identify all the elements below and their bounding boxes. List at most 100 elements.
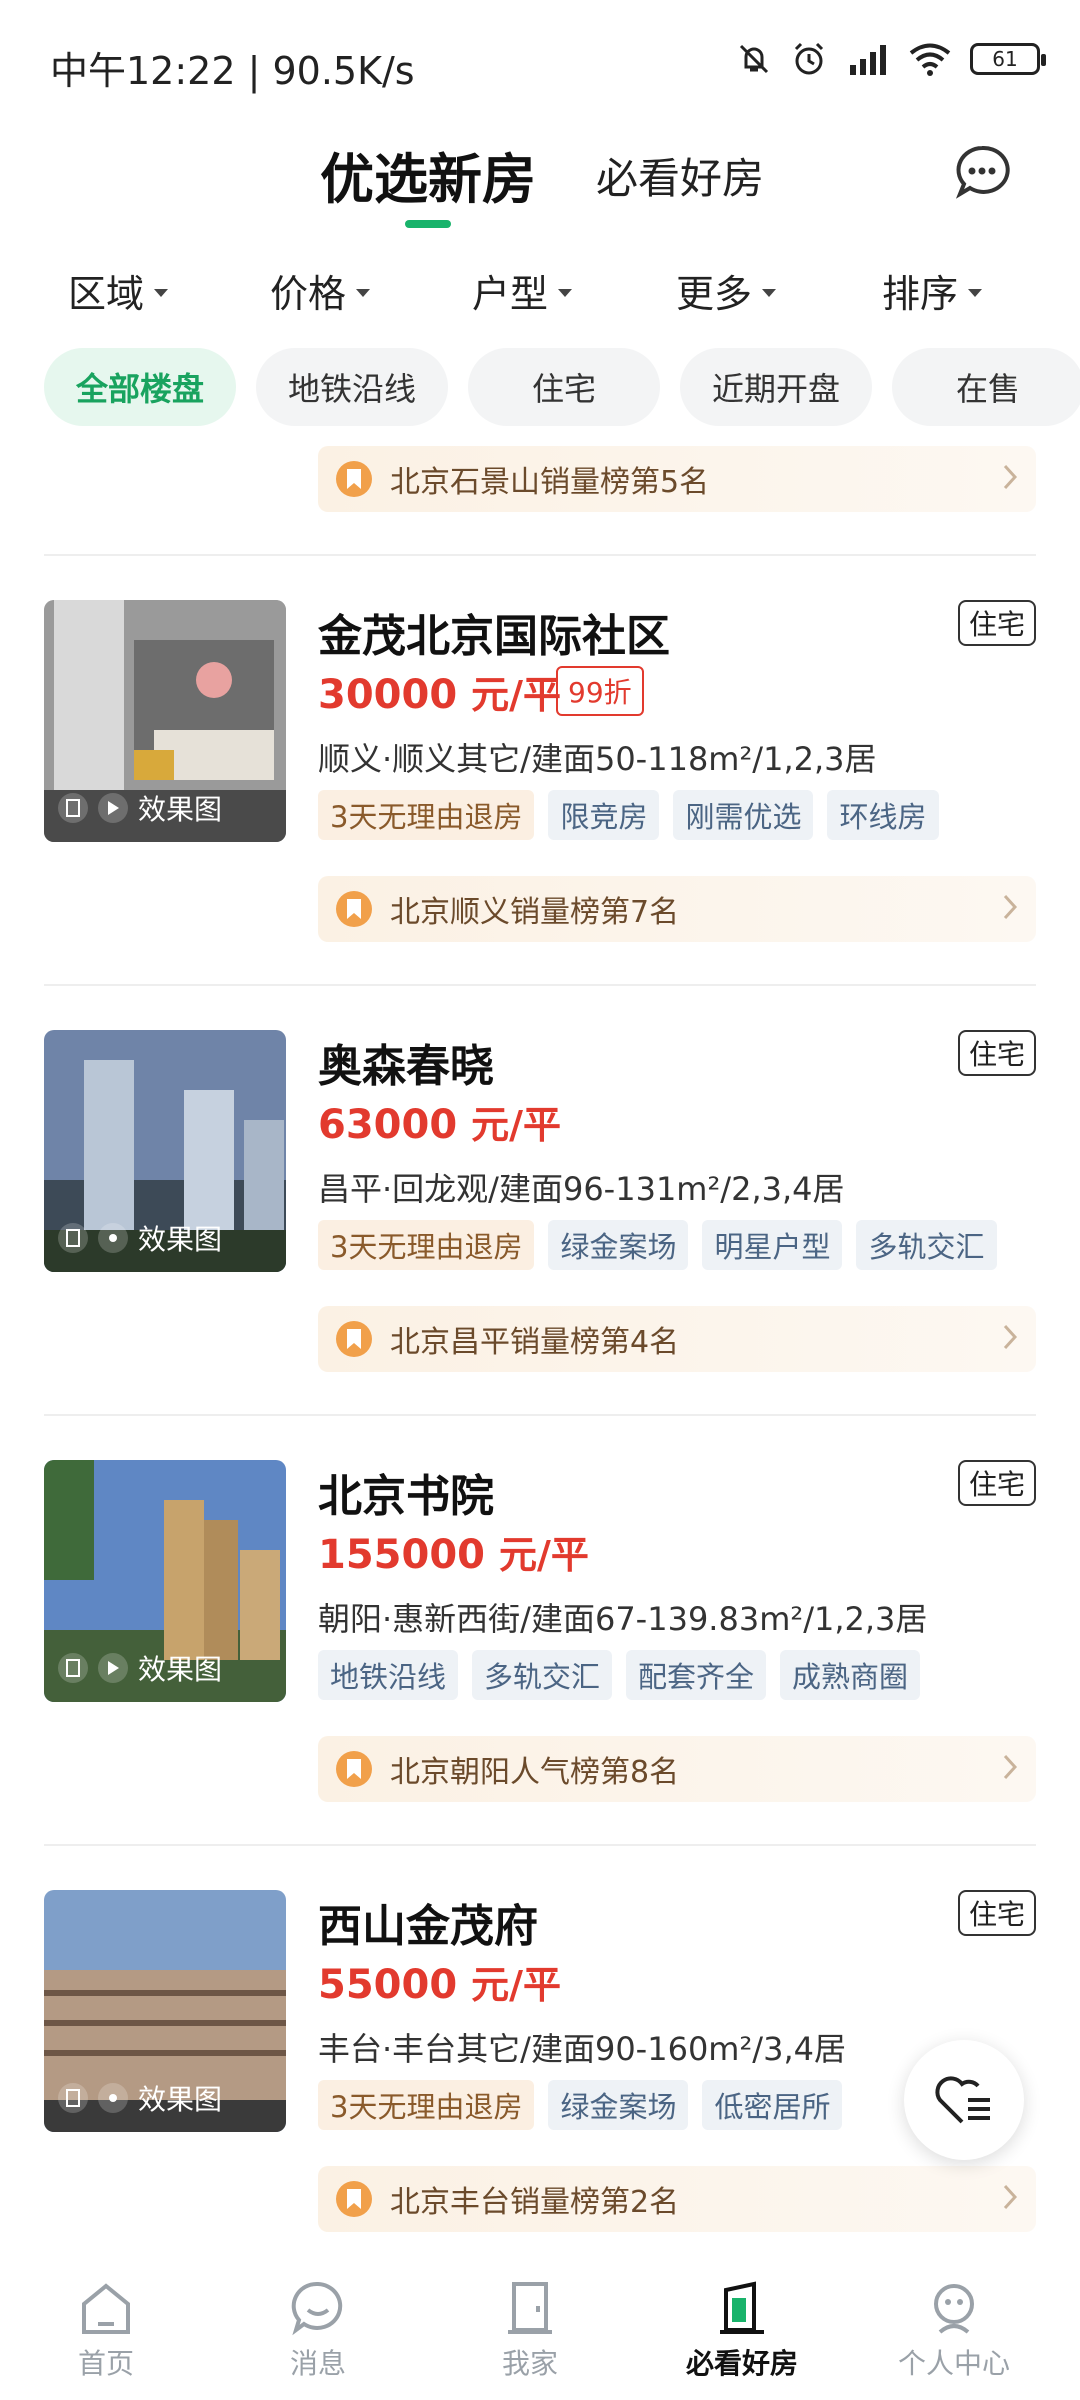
heart-list-icon — [935, 2076, 990, 2124]
divider — [44, 1414, 1036, 1416]
tag: 多轨交汇 — [856, 1220, 997, 1270]
property-type-tag: 住宅 — [958, 1890, 1036, 1936]
listing-tags: 3天无理由退房 绿金案场 低密居所 — [318, 2080, 843, 2130]
listing-desc: 朝阳·惠新西街/建面67-139.83m²/1,2,3居 — [318, 1600, 928, 1638]
listing-price: 55000 元/平 — [318, 1954, 561, 2009]
listing-title[interactable]: 奥森春晓 — [318, 1030, 494, 1094]
rank-banner[interactable]: 北京朝阳人气榜第8名 — [318, 1736, 1036, 1802]
property-type-tag: 住宅 — [958, 1030, 1036, 1076]
price-unit: 元/平 — [498, 1533, 589, 1577]
tag: 3天无理由退房 — [318, 790, 535, 840]
listing-card[interactable]: 效果图 金茂北京国际社区 住宅 30000 元/平 99折 顺义·顺义其它/建面… — [0, 600, 1080, 1030]
listing-desc: 丰台·丰台其它/建面90-160m²/3,4居 — [318, 2030, 846, 2068]
rank-badge-icon — [336, 2181, 372, 2217]
tag: 3天无理由退房 — [318, 1220, 535, 1270]
price-unit: 元/平 — [471, 1103, 561, 1147]
status-bar: 中午12:22 | 90.5K/s 61 — [0, 0, 1080, 120]
tag: 地铁沿线 — [318, 1650, 459, 1700]
tab-youxuan-xinfang[interactable]: 优选新房 — [320, 135, 536, 214]
listing-tags: 地铁沿线 多轨交汇 配套齐全 成熟商圈 — [318, 1650, 921, 1700]
nav-label: 我家 — [501, 2347, 558, 2380]
filter-layout[interactable]: 户型 — [472, 263, 573, 318]
price-value: 55000 — [318, 1962, 458, 2008]
tag: 限竞房 — [548, 790, 660, 840]
listing-title[interactable]: 北京书院 — [318, 1460, 494, 1524]
tag: 环线房 — [827, 790, 939, 840]
listing-desc: 昌平·回龙观/建面96-131m²/2,3,4居 — [318, 1170, 845, 1208]
listing-thumbnail[interactable]: 效果图 — [44, 600, 286, 842]
tab-bikan-haofang[interactable]: 必看好房 — [596, 145, 764, 206]
photo-icon — [58, 2083, 88, 2113]
battery-icon: 61 — [970, 43, 1046, 75]
price-value: 30000 — [318, 672, 458, 718]
listing-thumbnail[interactable]: 效果图 — [44, 1030, 286, 1272]
chip-subway[interactable]: 地铁沿线 — [256, 348, 448, 426]
listing-title[interactable]: 金茂北京国际社区 — [318, 600, 670, 664]
wifi-icon — [909, 43, 951, 76]
thumb-label: 效果图 — [138, 2083, 223, 2116]
nav-label: 个人中心 — [897, 2347, 1010, 2380]
chip-on-sale[interactable]: 在售 — [892, 348, 1080, 426]
listing-desc: 顺义·顺义其它/建面50-118m²/1,2,3居 — [318, 740, 877, 778]
filter-label: 户型 — [472, 272, 549, 316]
rank-banner[interactable]: 北京丰台销量榜第2名 — [318, 2166, 1036, 2232]
nav-label: 首页 — [77, 2347, 134, 2380]
message-icon — [291, 2281, 343, 2336]
mute-bell-icon — [739, 44, 769, 74]
tag: 低密居所 — [702, 2080, 843, 2130]
rank-badge-icon — [336, 1321, 372, 1357]
nav-must-see[interactable]: 必看好房 — [662, 2280, 822, 2382]
photo-icon — [58, 1223, 88, 1253]
thumb-overlay: 效果图 — [58, 2078, 222, 2118]
nav-my-home[interactable]: 我家 — [450, 2280, 610, 2382]
listing-tags: 3天无理由退房 限竞房 刚需优选 环线房 — [318, 790, 939, 840]
filter-bar: 区域 价格 户型 更多 排序 — [0, 255, 1080, 325]
thumb-overlay: 效果图 — [58, 1218, 222, 1258]
listing-thumbnail[interactable]: 效果图 — [44, 1890, 286, 2132]
filter-more[interactable]: 更多 — [676, 263, 777, 318]
listing-price: 155000 元/平 — [318, 1524, 589, 1579]
tag: 绿金案场 — [548, 2080, 689, 2130]
listing-title[interactable]: 西山金茂府 — [318, 1890, 538, 1954]
caret-down-icon — [356, 288, 371, 297]
nav-messages[interactable]: 消息 — [238, 2280, 398, 2382]
caret-down-icon — [154, 288, 169, 297]
chip-residential[interactable]: 住宅 — [468, 348, 660, 426]
nav-home[interactable]: 首页 — [26, 2280, 186, 2382]
filter-sort[interactable]: 排序 — [882, 263, 983, 318]
listing-tags: 3天无理由退房 绿金案场 明星户型 多轨交汇 — [318, 1220, 997, 1270]
rank-banner[interactable]: 北京昌平销量榜第4名 — [318, 1306, 1036, 1372]
chevron-right-icon — [1003, 464, 1018, 490]
listing-price: 63000 元/平 — [318, 1094, 561, 1149]
price-unit: 元/平 — [471, 1963, 561, 2007]
photo-icon — [58, 1653, 88, 1683]
tag: 绿金案场 — [548, 1220, 689, 1270]
discount-badge: 99折 — [556, 666, 644, 716]
quick-filter-chips: 全部楼盘 地铁沿线 住宅 近期开盘 在售 — [44, 348, 1080, 426]
nav-profile[interactable]: 个人中心 — [874, 2280, 1034, 2382]
price-value: 155000 — [318, 1532, 485, 1578]
filter-area[interactable]: 区域 — [68, 263, 169, 318]
rank-banner[interactable]: 北京顺义销量榜第7名 — [318, 876, 1036, 942]
header: 优选新房 必看好房 — [0, 120, 1080, 230]
chip-all[interactable]: 全部楼盘 — [44, 348, 236, 426]
price-value: 63000 — [318, 1102, 458, 1148]
rank-text: 北京石景山销量榜第5名 — [390, 465, 710, 500]
caret-down-icon — [968, 288, 983, 297]
chat-button[interactable] — [952, 142, 1012, 202]
thumb-label: 效果图 — [138, 793, 223, 826]
chevron-right-icon — [1003, 1324, 1018, 1350]
rank-banner[interactable]: 北京石景山销量榜第5名 — [318, 446, 1036, 512]
alarm-icon — [794, 42, 824, 75]
chip-recent-opening[interactable]: 近期开盘 — [680, 348, 872, 426]
listing-card[interactable]: 效果图 北京书院 住宅 155000 元/平 朝阳·惠新西街/建面67-139.… — [0, 1460, 1080, 1890]
filter-price[interactable]: 价格 — [270, 263, 371, 318]
door-icon — [508, 2282, 552, 2334]
thumb-overlay: 效果图 — [58, 1648, 222, 1688]
listing-thumbnail[interactable]: 效果图 — [44, 1460, 286, 1702]
building-door-icon — [720, 2281, 764, 2334]
listing-card[interactable]: 效果图 奥森春晓 住宅 63000 元/平 昌平·回龙观/建面96-131m²/… — [0, 1030, 1080, 1460]
rank-badge-icon — [336, 461, 372, 497]
favorite-list-button[interactable] — [904, 2040, 1024, 2160]
caret-down-icon — [558, 288, 573, 297]
